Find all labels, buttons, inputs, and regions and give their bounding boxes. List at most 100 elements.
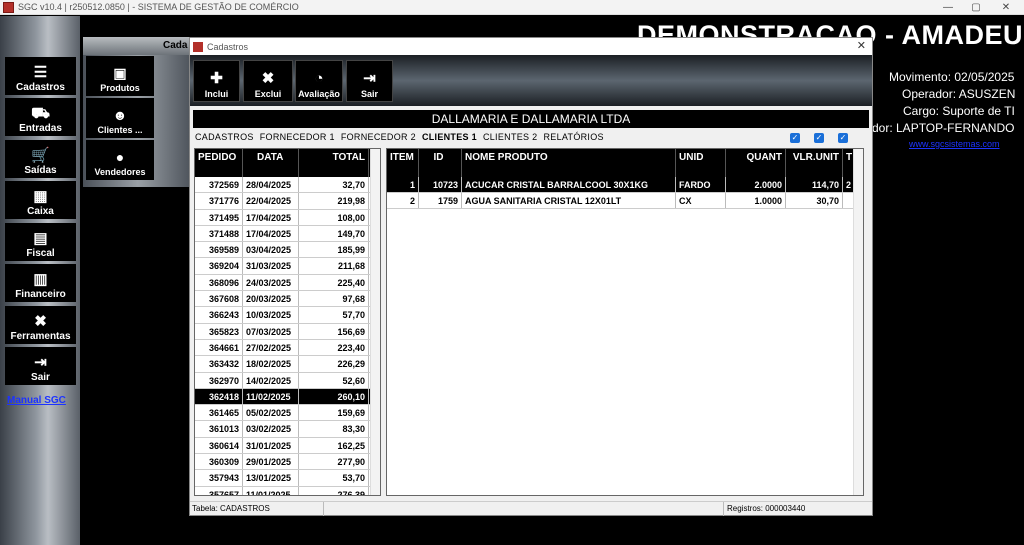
column-header-total[interactable]: TOTAL: [299, 149, 369, 177]
order-row[interactable]: 361465 05/02/2025 159,69: [195, 405, 380, 422]
nav-label: Financeiro: [15, 289, 66, 300]
order-row[interactable]: 360614 31/01/2025 162,25: [195, 437, 380, 455]
item-row[interactable]: 1 10723 ACUCAR CRISTAL BARRALCOOL 30X1KG FA…: [387, 177, 863, 193]
order-row[interactable]: 368096 24/03/2025 225,40: [195, 274, 380, 292]
item-cell: CX: [676, 193, 726, 208]
order-row[interactable]: 364661 27/02/2025 223,40: [195, 339, 380, 357]
tab-relatorios[interactable]: RELATÓRIOS: [543, 132, 603, 142]
status-records: Registros: 000003440: [727, 504, 806, 513]
order-row[interactable]: 369204 31/03/2025 211,68: [195, 258, 380, 275]
nav-saidas[interactable]: 🛒 Saídas: [5, 140, 76, 178]
item-cell: ACUCAR CRISTAL BARRALCOOL 30X1KG: [462, 177, 676, 192]
toolbar-label: Inclui: [204, 89, 229, 99]
status-table: Tabela: CADASTROS: [192, 504, 270, 513]
database-icon: ☰: [33, 64, 48, 81]
order-cell: 03/04/2025: [243, 242, 299, 258]
order-cell: 277,90: [299, 454, 369, 470]
column-header-vlr-unit[interactable]: VLR.UNIT: [786, 149, 843, 177]
nav-entradas[interactable]: ⛟ Entradas: [5, 98, 76, 136]
option-checkbox[interactable]: ✓: [790, 133, 800, 143]
nav-ferramentas[interactable]: ✖ Ferramentas: [5, 306, 76, 344]
order-cell: 149,70: [299, 225, 369, 242]
order-cell: 360614: [195, 437, 243, 454]
option-checkbox[interactable]: ✓: [814, 133, 824, 143]
item-row[interactable]: 2 1759 AGUA SANITARIA CRISTAL 12X01LT CX 1.0…: [387, 193, 863, 209]
maximize-button[interactable]: ▢: [962, 0, 990, 15]
sair-button[interactable]: ⇥ Sair: [346, 60, 393, 102]
item-cell: FARDO: [676, 177, 726, 192]
order-row[interactable]: 361013 03/02/2025 83,30: [195, 421, 380, 438]
tab-clientes-1[interactable]: CLIENTES 1: [422, 132, 477, 142]
tab-fornecedor-2[interactable]: FORNECEDOR 2: [341, 132, 416, 142]
order-row[interactable]: 365823 07/03/2025 156,69: [195, 323, 380, 340]
column-header-quant[interactable]: QUANT: [726, 149, 786, 177]
order-row[interactable]: 363432 18/02/2025 226,29: [195, 356, 380, 373]
minimize-button[interactable]: —: [934, 0, 962, 15]
close-button[interactable]: ✕: [992, 0, 1020, 15]
exclui-button[interactable]: ✖ Exclui: [243, 60, 293, 102]
item-cell: 1.0000: [726, 193, 786, 208]
item-cell: AGUA SANITARIA CRISTAL 12X01LT: [462, 193, 676, 208]
nav-cadastros[interactable]: ☰ Cadastros: [5, 57, 76, 95]
person-icon: ●: [115, 149, 125, 165]
order-cell: 10/03/2025: [243, 307, 299, 323]
order-cell: 108,00: [299, 209, 369, 225]
order-cell: 17/04/2025: [243, 209, 299, 225]
order-cell: 32,70: [299, 177, 369, 193]
cadastros-dialog: Cadastros ✕ ✚ Inclui ✖ Exclui ◔ Avaliação ⇥…: [189, 37, 873, 516]
order-row[interactable]: 371488 17/04/2025 149,70: [195, 225, 380, 243]
items-table-body: 1 10723 ACUCAR CRISTAL BARRALCOOL 30X1KG FA…: [387, 177, 863, 209]
submenu-produtos[interactable]: ▣ Produtos: [86, 56, 154, 96]
order-row[interactable]: 362418 11/02/2025 260,10: [195, 388, 380, 406]
order-row[interactable]: 369589 03/04/2025 185,99: [195, 242, 380, 259]
items-scrollbar[interactable]: [853, 149, 863, 495]
dialog-close-button[interactable]: ✕: [857, 39, 866, 52]
order-row[interactable]: 362970 14/02/2025 52,60: [195, 372, 380, 389]
order-row[interactable]: 371776 22/04/2025 219,98: [195, 193, 380, 210]
nav-fiscal[interactable]: ▤ Fiscal: [5, 223, 76, 261]
avaliacao-button[interactable]: ◔ Avaliação: [295, 60, 343, 102]
order-cell: 22/04/2025: [243, 193, 299, 209]
column-header-nome-produto[interactable]: NOME PRODUTO: [462, 149, 676, 177]
nav-label: Saídas: [24, 165, 57, 176]
tab-fornecedor-1[interactable]: FORNECEDOR 1: [260, 132, 335, 142]
orders-scrollbar[interactable]: [370, 149, 380, 495]
option-checkbox[interactable]: ✓: [838, 133, 848, 143]
nav-sair[interactable]: ⇥ Sair: [5, 347, 76, 385]
submenu-vendedores[interactable]: ● Vendedores: [86, 140, 154, 180]
order-row[interactable]: 372569 28/04/2025 32,70: [195, 177, 380, 194]
submenu-clientes[interactable]: ☻ Clientes ...: [86, 98, 154, 138]
inclui-button[interactable]: ✚ Inclui: [193, 60, 240, 102]
website-link[interactable]: www.sgcsistemas.com: [909, 139, 1000, 149]
order-row[interactable]: 371495 17/04/2025 108,00: [195, 209, 380, 226]
column-header-pedido[interactable]: PEDIDO: [195, 149, 243, 177]
item-cell: 114,70: [786, 177, 843, 192]
order-cell: 11/01/2025: [243, 486, 299, 495]
column-header-data[interactable]: DATA: [243, 149, 299, 177]
nav-financeiro[interactable]: ▥ Financeiro: [5, 264, 76, 302]
order-cell: 369204: [195, 258, 243, 274]
order-cell: 369589: [195, 242, 243, 258]
order-cell: 357943: [195, 470, 243, 486]
order-cell: 371488: [195, 225, 243, 242]
order-row[interactable]: 360309 29/01/2025 277,90: [195, 454, 380, 471]
item-cell: 2: [387, 193, 419, 208]
order-row[interactable]: 366243 10/03/2025 57,70: [195, 307, 380, 324]
column-header-unid[interactable]: UNID: [676, 149, 726, 177]
manual-link[interactable]: Manual SGC: [7, 395, 66, 406]
column-header-item[interactable]: ITEM: [387, 149, 419, 177]
orders-table-body: 372569 28/04/2025 32,70 371776 22/04/2025 219…: [195, 177, 380, 495]
item-cell: 2.0000: [726, 177, 786, 192]
order-row[interactable]: 357943 13/01/2025 53,70: [195, 470, 380, 487]
tab-clientes-2[interactable]: CLIENTES 2: [483, 132, 538, 142]
column-header-id[interactable]: ID: [419, 149, 462, 177]
order-cell: 31/01/2025: [243, 437, 299, 454]
order-row[interactable]: 367608 20/03/2025 97,68: [195, 291, 380, 308]
order-row[interactable]: 357657 11/01/2025 276,39: [195, 486, 380, 495]
order-cell: 364661: [195, 339, 243, 356]
tab-cadastros[interactable]: CADASTROS: [195, 132, 254, 142]
orders-table-header: PEDIDO DATA TOTAL: [195, 149, 380, 177]
order-cell: 159,69: [299, 405, 369, 421]
nav-caixa[interactable]: ▦ Caixa: [5, 181, 76, 219]
report-icon: ▥: [33, 271, 48, 288]
